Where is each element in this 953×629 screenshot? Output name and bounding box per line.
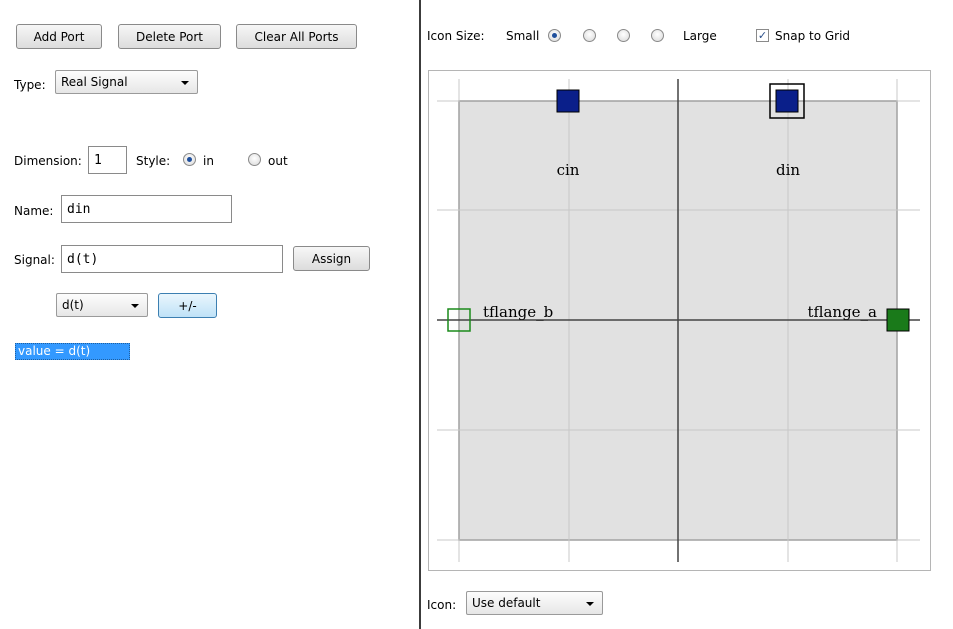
icon-canvas-svg: cin din tflange_b tflange_a xyxy=(437,79,920,562)
value-list-item[interactable]: value = d(t) xyxy=(15,343,130,360)
cin-label: cin xyxy=(557,161,580,179)
dimension-label: Dimension: xyxy=(14,154,82,168)
chevron-down-icon xyxy=(181,81,189,85)
style-out-label: out xyxy=(268,154,288,168)
add-port-button[interactable]: Add Port xyxy=(16,24,102,49)
icon-size-small-label: Small xyxy=(506,29,540,43)
type-label: Type: xyxy=(14,78,46,92)
icon-size-radio-2[interactable] xyxy=(583,29,596,42)
icon-size-radio-1[interactable] xyxy=(548,29,561,42)
style-out-radio[interactable] xyxy=(248,153,261,166)
port-tflange-a[interactable] xyxy=(886,308,910,332)
chevron-down-icon xyxy=(586,602,594,606)
name-field[interactable]: din xyxy=(61,195,232,223)
icon-size-large-label: Large xyxy=(683,29,717,43)
style-label: Style: xyxy=(136,154,171,168)
icon-dropdown-value: Use default xyxy=(472,596,541,610)
icon-size-radio-4[interactable] xyxy=(651,29,664,42)
port-editor-pane: Add Port Delete Port Clear All Ports Typ… xyxy=(0,0,419,629)
sign-toggle-button[interactable]: +/- xyxy=(158,293,217,318)
port-din[interactable] xyxy=(775,89,799,113)
assign-button[interactable]: Assign xyxy=(293,246,370,271)
clear-all-ports-button[interactable]: Clear All Ports xyxy=(236,24,357,49)
signal-dropdown-value: d(t) xyxy=(62,298,84,312)
delete-port-button[interactable]: Delete Port xyxy=(118,24,221,49)
icon-size-radio-3[interactable] xyxy=(617,29,630,42)
signal-dropdown[interactable]: d(t) xyxy=(56,293,148,317)
din-label: din xyxy=(776,161,800,179)
snap-to-grid-checkbox[interactable]: ✓ xyxy=(756,29,769,42)
dimension-field[interactable]: 1 xyxy=(88,146,127,174)
type-dropdown[interactable]: Real Signal xyxy=(55,70,198,94)
port-cin[interactable] xyxy=(556,89,580,113)
type-dropdown-value: Real Signal xyxy=(61,75,128,89)
tflange-a-label: tflange_a xyxy=(807,303,877,321)
icon-dropdown[interactable]: Use default xyxy=(466,591,603,615)
icon-canvas[interactable]: cin din tflange_b tflange_a xyxy=(428,70,931,571)
icon-size-label: Icon Size: xyxy=(427,29,485,43)
signal-field[interactable]: d(t) xyxy=(61,245,283,273)
snap-to-grid-label: Snap to Grid xyxy=(775,29,851,43)
style-in-radio[interactable] xyxy=(183,153,196,166)
style-in-label: in xyxy=(203,154,214,168)
chevron-down-icon xyxy=(131,304,139,308)
tflange-b-label: tflange_b xyxy=(483,303,553,321)
name-label: Name: xyxy=(14,204,54,218)
signal-label: Signal: xyxy=(14,253,55,267)
icon-label: Icon: xyxy=(427,598,457,612)
